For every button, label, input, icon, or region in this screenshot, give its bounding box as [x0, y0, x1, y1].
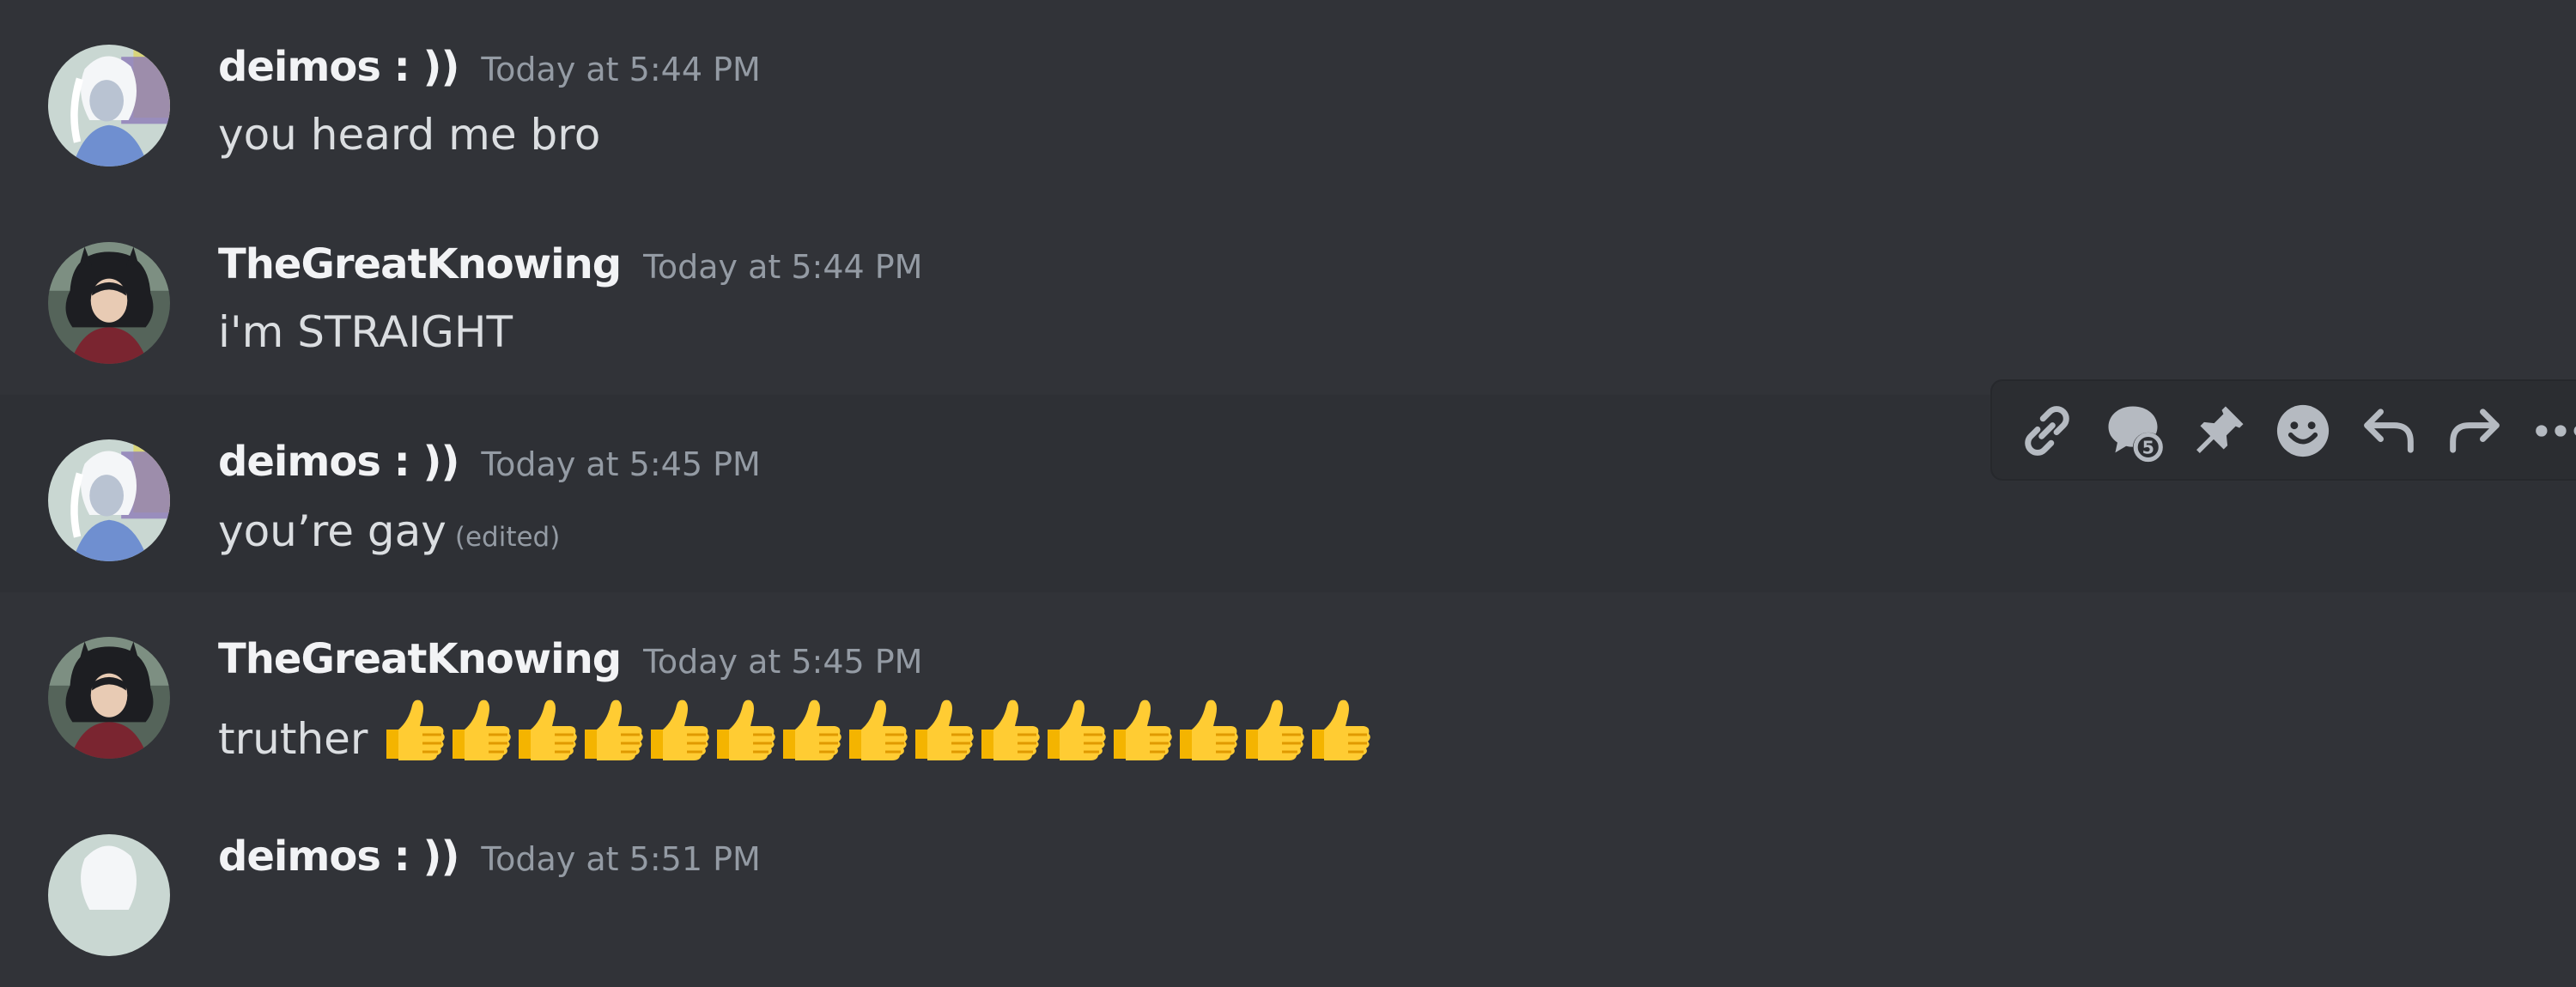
message-item[interactable]: deimos : )) Today at 5:51 PM: [0, 790, 2576, 987]
thumbs-up-emoji: [717, 699, 776, 760]
thumbs-up-emoji: [1114, 699, 1173, 760]
thumbs-up-emoji: [519, 699, 578, 760]
timestamp[interactable]: Today at 5:44 PM: [643, 248, 922, 286]
avatar[interactable]: [48, 439, 170, 561]
svg-text:5: 5: [2142, 437, 2154, 457]
username[interactable]: TheGreatKnowing: [218, 635, 622, 683]
thumbs-up-emoji: [651, 699, 710, 760]
message-header: deimos : )) Today at 5:45 PM: [218, 438, 761, 486]
more-options-icon[interactable]: [2528, 398, 2576, 463]
emoji-row-svg: [386, 699, 1371, 760]
avatar[interactable]: [48, 834, 170, 956]
message-item[interactable]: TheGreatKnowing Today at 5:44 PM i'm STRA…: [0, 197, 2576, 395]
forward-icon[interactable]: [2442, 398, 2507, 463]
thumbs-up-emoji: [849, 699, 908, 760]
thumbs-up-emoji: [386, 699, 446, 760]
avatar[interactable]: [48, 637, 170, 759]
thumbs-up-emoji: [783, 699, 842, 760]
thumbs-up-emoji: [1312, 699, 1371, 760]
thumbs-up-emoji: [1048, 699, 1107, 760]
thumbs-up-emoji: [981, 699, 1041, 760]
message-item[interactable]: TheGreatKnowing Today at 5:45 PM truther: [0, 592, 2576, 790]
thumbs-up-emoji: [915, 699, 975, 760]
thumbs-up-emoji-row: [380, 695, 1380, 764]
message-content: you’re gay (edited): [218, 506, 560, 556]
add-reaction-icon[interactable]: [2270, 398, 2336, 463]
thumbs-up-emoji: [585, 699, 644, 760]
thumbs-up-emoji: [1180, 699, 1239, 760]
message-content: truther: [218, 695, 1380, 764]
timestamp[interactable]: Today at 5:44 PM: [481, 51, 760, 88]
avatar[interactable]: [48, 45, 170, 167]
message-text: truther: [218, 714, 368, 764]
message-actions-toolbar: 5: [1990, 379, 2576, 481]
thumbs-up-emoji: [1246, 699, 1305, 760]
timestamp[interactable]: Today at 5:45 PM: [643, 643, 922, 681]
username[interactable]: TheGreatKnowing: [218, 240, 622, 288]
message-content: i'm STRAIGHT: [218, 307, 513, 357]
message-header: TheGreatKnowing Today at 5:44 PM: [218, 240, 922, 288]
pin-icon[interactable]: [2186, 398, 2251, 463]
avatar[interactable]: [48, 242, 170, 364]
message-text: you’re gay: [218, 506, 447, 556]
timestamp[interactable]: Today at 5:45 PM: [481, 445, 760, 483]
username[interactable]: deimos : )): [218, 833, 459, 881]
edited-label[interactable]: (edited): [455, 522, 560, 553]
timestamp[interactable]: Today at 5:51 PM: [481, 840, 760, 878]
message-header: deimos : )) Today at 5:51 PM: [218, 833, 761, 881]
message-header: deimos : )) Today at 5:44 PM: [218, 43, 761, 91]
thumbs-up-emoji: [453, 699, 512, 760]
message-content: you heard me bro: [218, 110, 601, 160]
reply-icon[interactable]: [2356, 398, 2421, 463]
username[interactable]: deimos : )): [218, 438, 459, 486]
message-item[interactable]: deimos : )) Today at 5:44 PM you heard me…: [0, 0, 2576, 197]
create-thread-icon[interactable]: 5: [2100, 398, 2166, 463]
username[interactable]: deimos : )): [218, 43, 459, 91]
link-icon[interactable]: [2014, 398, 2080, 463]
message-header: TheGreatKnowing Today at 5:45 PM: [218, 635, 922, 683]
